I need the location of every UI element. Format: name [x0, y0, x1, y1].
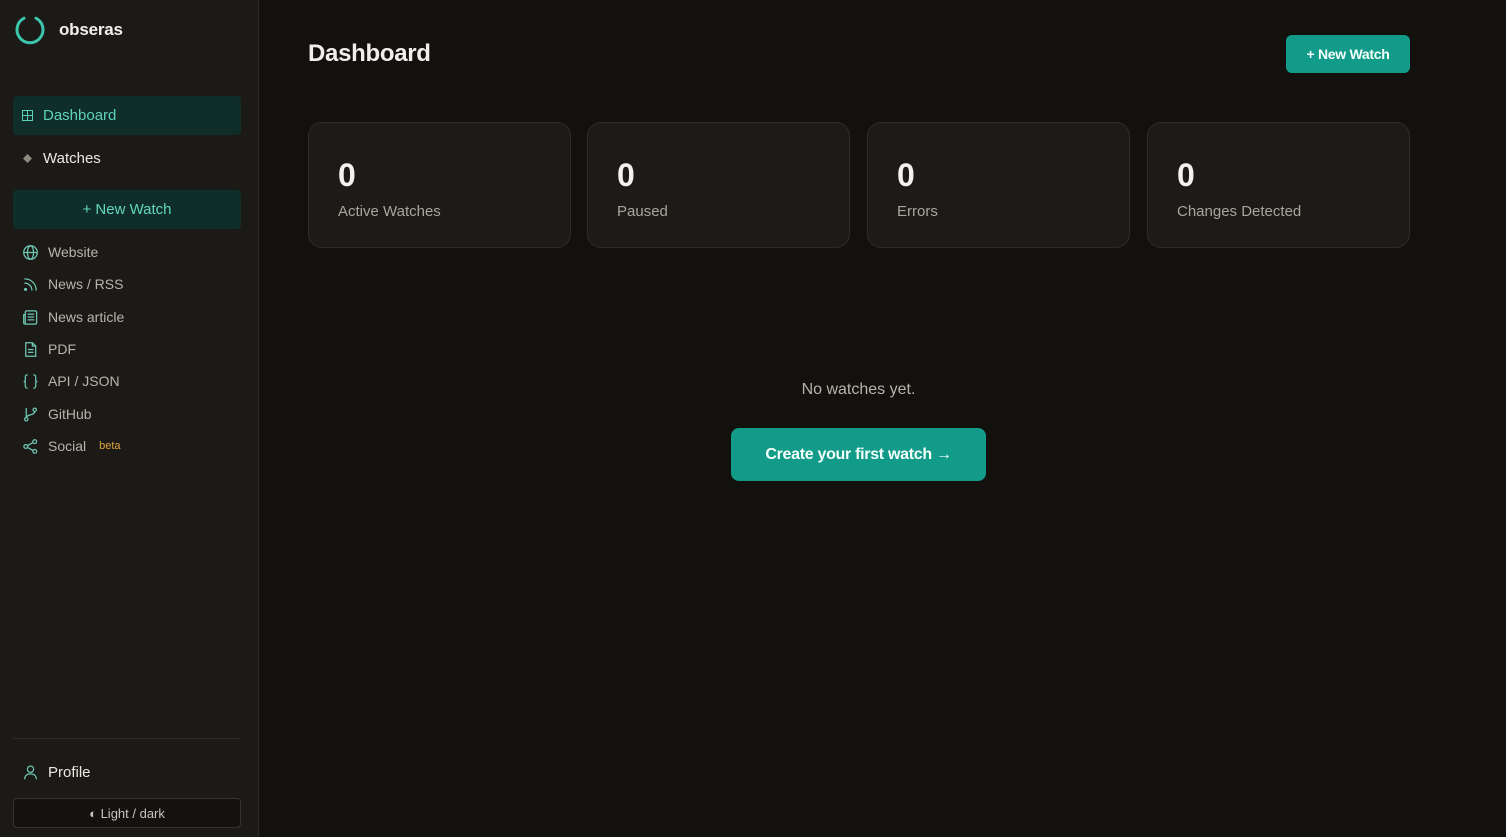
stat-label: Changes Detected: [1177, 203, 1302, 220]
theme-toggle-label: ◐ Light / dark: [89, 805, 165, 821]
sidebar-item-watches[interactable]: Watches: [13, 139, 241, 178]
git-branch-icon: [23, 406, 38, 422]
grid-icon: [22, 110, 33, 121]
type-item-label: Website: [48, 244, 99, 260]
stat-card-errors: 0 Errors: [867, 122, 1130, 248]
document-icon: [25, 341, 37, 357]
stat-value: 0: [617, 157, 635, 193]
sidebar-divider: [13, 738, 241, 739]
type-item-news-rss[interactable]: News / RSS: [22, 273, 123, 295]
sidebar-item-label: Dashboard: [43, 107, 117, 124]
stat-label: Active Watches: [338, 203, 441, 220]
stat-label: Paused: [617, 203, 668, 220]
newspaper-icon: [23, 309, 38, 325]
sidebar-item-label: Watches: [43, 150, 101, 167]
empty-state-message: No watches yet.: [801, 381, 916, 398]
type-item-website[interactable]: Website: [22, 241, 98, 263]
type-item-github[interactable]: GitHub: [22, 403, 92, 425]
sidebar-item-profile[interactable]: Profile: [22, 764, 91, 781]
theme-toggle-button[interactable]: ◐ Light / dark: [13, 798, 241, 828]
new-watch-button[interactable]: + New Watch: [1286, 35, 1410, 73]
profile-label: Profile: [48, 764, 91, 781]
stat-label: Errors: [897, 203, 938, 220]
user-icon: [24, 765, 37, 780]
type-item-news-article[interactable]: News article: [22, 306, 124, 328]
type-item-social[interactable]: Social beta: [22, 435, 121, 457]
stat-value: 0: [1177, 157, 1195, 193]
type-item-label: PDF: [48, 341, 76, 357]
type-item-label: News / RSS: [48, 276, 124, 292]
type-item-pdf[interactable]: PDF: [22, 338, 76, 360]
loading-ring-icon: [15, 16, 45, 45]
stat-value: 0: [338, 157, 356, 193]
beta-badge: beta: [99, 440, 121, 452]
type-item-label: API / JSON: [48, 373, 120, 389]
create-first-watch-button[interactable]: Create your first watch →: [731, 428, 986, 481]
rss-icon: [24, 277, 37, 291]
sidebar-item-dashboard[interactable]: Dashboard: [13, 96, 241, 135]
share-icon: [23, 438, 38, 454]
brand[interactable]: obseras: [14, 14, 123, 46]
sidebar-new-watch-button[interactable]: + New Watch: [13, 190, 241, 229]
braces-icon: [23, 373, 38, 389]
stat-card-paused: 0 Paused: [587, 122, 850, 248]
page-title: Dashboard: [308, 40, 431, 67]
stat-value: 0: [897, 157, 915, 193]
type-item-label: Social: [48, 438, 87, 454]
stat-card-active-watches: 0 Active Watches: [308, 122, 571, 248]
brand-name: obseras: [59, 20, 123, 39]
stat-card-changes-detected: 0 Changes Detected: [1147, 122, 1410, 248]
type-item-label: News article: [48, 309, 125, 325]
type-item-label: GitHub: [48, 406, 92, 422]
globe-icon: [23, 244, 38, 260]
type-item-api-json[interactable]: API / JSON: [22, 370, 120, 392]
sidebar: obseras Dashboard Watches + New Watch We…: [0, 0, 259, 837]
diamond-icon: [22, 153, 33, 164]
